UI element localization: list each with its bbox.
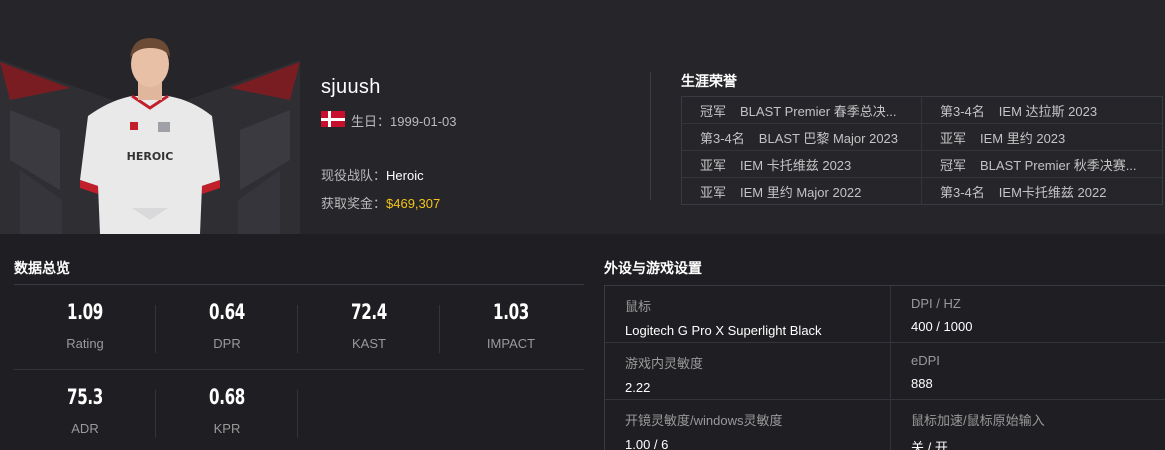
gear-key: 鼠标加速/鼠标原始输入 [911, 413, 1045, 428]
gear-value: 2.22 [625, 380, 651, 395]
honor-item[interactable]: 亚军 IEM 里约 2023 [922, 124, 1162, 151]
stat-separator [297, 390, 298, 438]
gear-value: 400 / 1000 [911, 319, 973, 334]
gear-row-divider [605, 399, 1165, 400]
gear-key: DPI / HZ [911, 296, 961, 311]
stat-label: KPR [213, 421, 241, 436]
honor-event: IEM 卡托维兹 2023 [740, 157, 852, 173]
stat-label: IMPACT [486, 336, 536, 351]
player-birthday: 生日：1999-01-03 [351, 114, 457, 129]
stats-title: 数据总览 [14, 260, 70, 276]
gear-acceleration-raw-input: 鼠标加速/鼠标原始输入 关 / 开 [891, 410, 1045, 450]
stat-label: DPR [213, 336, 241, 351]
gear-key: 鼠标 [625, 299, 652, 314]
gear-value: 888 [911, 376, 933, 391]
gear-title: 外设与游戏设置 [604, 260, 702, 276]
honor-rank: 亚军 [700, 157, 727, 173]
honor-rank: 亚军 [700, 185, 727, 200]
stat-separator [155, 305, 156, 353]
prize-money-row: 获取奖金：$469,307 [321, 193, 440, 212]
honor-event: IEM 里约 2023 [980, 130, 1066, 146]
current-team-row: 现役战队：Heroic [321, 165, 424, 184]
stat-adr: 75.3 ADR [14, 385, 156, 436]
stats-row-divider [14, 369, 584, 370]
honor-rank: 亚军 [940, 130, 967, 146]
gear-value: 关 / 开 [911, 440, 948, 450]
denmark-flag-icon [321, 111, 345, 127]
stat-value: 1.03 [493, 300, 529, 324]
stat-value: 75.3 [67, 385, 103, 409]
gear-key: 游戏内灵敏度 [625, 356, 704, 371]
honor-item[interactable]: 第3-4名 IEM卡托维兹 2022 [922, 178, 1162, 205]
stat-kpr: 0.68 KPR [156, 385, 298, 436]
prize-label: 获取奖金： [321, 196, 387, 211]
stat-label: KAST [352, 336, 386, 351]
gear-row-divider [605, 342, 1165, 343]
gear-edpi: eDPI 888 [891, 353, 940, 391]
honor-event: IEM 达拉斯 2023 [998, 103, 1098, 119]
stat-value: 0.64 [209, 300, 245, 324]
honor-rank: 冠军 [940, 157, 967, 173]
player-banner: HEROIC sjuush 生日：1999-01-03 现役战队：Heroic … [0, 0, 1165, 234]
gear-value: Logitech G Pro X Superlight Black [625, 323, 822, 338]
team-label: 现役战队： [321, 168, 387, 183]
honor-item[interactable]: 亚军 IEM 卡托维兹 2023 [682, 151, 922, 178]
honor-item[interactable]: 第3-4名 IEM 达拉斯 2023 [922, 97, 1162, 124]
stat-value: 72.4 [351, 300, 387, 324]
jersey-text: HEROIC [127, 150, 174, 163]
gear-zoom-windows-sensitivity: 开镜灵敏度/windows灵敏度 1.00 / 6 [605, 410, 782, 450]
stat-value: 1.09 [67, 300, 103, 324]
prize-value: $469,307 [386, 196, 441, 211]
gear-sensitivity: 游戏内灵敏度 2.22 [605, 353, 703, 395]
gear-key: eDPI [911, 353, 940, 368]
honor-event: IEM卡托维兹 2022 [998, 185, 1107, 200]
player-name: sjuush [321, 76, 381, 98]
stats-divider [14, 284, 584, 285]
gear-key: 开镜灵敏度/windows灵敏度 [625, 413, 783, 428]
stat-value: 0.68 [209, 385, 245, 409]
honor-event: IEM 里约 Major 2022 [740, 185, 862, 200]
gear-mouse: 鼠标 Logitech G Pro X Superlight Black [605, 296, 822, 338]
player-photo: HEROIC [80, 38, 220, 234]
gear-value: 1.00 / 6 [625, 437, 669, 450]
stat-separator [155, 390, 156, 438]
honor-rank: 第3-4名 [940, 103, 985, 119]
stat-rating: 1.09 Rating [14, 300, 156, 351]
stat-kast: 72.4 KAST [298, 300, 440, 351]
honor-item[interactable]: 第3-4名 BLAST 巴黎 Major 2023 [682, 124, 922, 151]
honor-item[interactable]: 亚军 IEM 里约 Major 2022 [682, 178, 922, 205]
honor-event: BLAST 巴黎 Major 2023 [758, 130, 899, 146]
stat-label: Rating [66, 336, 104, 351]
honors-grid: 冠军 BLAST Premier 春季总决... 第3-4名 IEM 达拉斯 202… [681, 96, 1163, 205]
honor-item[interactable]: 冠军 BLAST Premier 春季总决... [682, 97, 922, 124]
honor-rank: 冠军 [700, 103, 727, 119]
banner-divider [650, 72, 651, 200]
honors-title: 生涯荣誉 [681, 73, 737, 89]
gear-dpi-hz: DPI / HZ 400 / 1000 [891, 296, 972, 334]
honor-event: BLAST Premier 秋季决赛... [980, 157, 1137, 173]
honor-event: BLAST Premier 春季总决... [740, 103, 897, 119]
honor-rank: 第3-4名 [940, 185, 985, 200]
stat-impact: 1.03 IMPACT [440, 300, 582, 351]
stat-dpr: 0.64 DPR [156, 300, 298, 351]
stat-separator [297, 305, 298, 353]
stat-label: ADR [71, 421, 99, 436]
stat-separator [439, 305, 440, 353]
honor-rank: 第3-4名 [700, 130, 745, 146]
honor-item[interactable]: 冠军 BLAST Premier 秋季决赛... [922, 151, 1162, 178]
team-link[interactable]: Heroic [386, 168, 424, 183]
